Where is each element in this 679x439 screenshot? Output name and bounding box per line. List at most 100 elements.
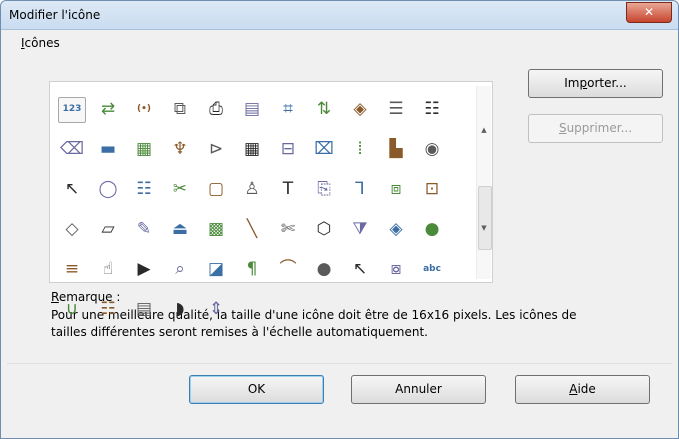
icon-cell[interactable]: ◉ <box>414 129 450 169</box>
close-button[interactable]: ✕ <box>626 2 672 23</box>
icon-cell[interactable]: ↖ <box>342 249 378 289</box>
icon-cell[interactable]: ◪ <box>198 249 234 289</box>
scroll-down-icon[interactable]: ▼ <box>477 224 491 232</box>
record-icon: ◉ <box>424 139 440 159</box>
cancel-button[interactable]: Annuler <box>351 375 486 404</box>
icon-cell[interactable]: ¶ <box>234 249 270 289</box>
calendar-icon: ▦ <box>135 139 153 159</box>
icon-cell[interactable]: ● <box>306 249 342 289</box>
icon-cell[interactable]: ● <box>414 209 450 249</box>
move-arrows-icon: ⇄ <box>100 99 116 119</box>
title-bar[interactable]: Modifier l'icône ✕ <box>1 1 678 30</box>
icon-cell[interactable]: ⇄ <box>90 89 126 129</box>
arc-icon: ⌒ <box>279 259 297 279</box>
icon-cell[interactable]: ⧇ <box>378 249 414 289</box>
icon-cell[interactable]: ⌧ <box>306 129 342 169</box>
icon-cell[interactable]: ⧈ <box>378 169 414 209</box>
columns-icon: ⦙ <box>358 139 362 159</box>
icon-cell[interactable]: ✂ <box>162 169 198 209</box>
icon-cell[interactable]: ◈ <box>342 89 378 129</box>
pointer-icon: ↖ <box>64 179 80 199</box>
icon-cell[interactable]: ⅂ <box>342 169 378 209</box>
form-icon: ☷ <box>136 179 152 199</box>
icon-cell[interactable]: ⦙ <box>342 129 378 169</box>
icon-cell[interactable]: ⊡ <box>414 169 450 209</box>
icon-cell[interactable]: ▙ <box>378 129 414 169</box>
brush-icon: ✎ <box>136 219 152 239</box>
diamond-icon: ◇ <box>65 219 79 239</box>
icon-cell[interactable]: ♙ <box>234 169 270 209</box>
dialog-window: Modifier l'icône ✕ Icônes 123 ⇄ (•) ⧉ ⎙ ▤ ⌗ ⇅ ◈ ☰… <box>0 0 679 439</box>
image-icon: ⌧ <box>314 139 334 159</box>
icon-cell[interactable]: ⧩ <box>342 209 378 249</box>
sphere-icon: ● <box>316 259 332 279</box>
grid-icon: ▦ <box>243 139 261 159</box>
tag-icon: ⌫ <box>59 139 85 159</box>
copy-icon: ⧈ <box>390 179 402 199</box>
help-button[interactable]: Aide <box>515 375 650 404</box>
icon-cell[interactable]: ⌒ <box>270 249 306 289</box>
icon-cell[interactable]: ✎ <box>126 209 162 249</box>
icon-list[interactable]: 123 ⇄ (•) ⧉ ⎙ ▤ ⌗ ⇅ ◈ ☰ ☷ ⌫ ▬ ▦ ♆ ⊳ ▦ ⊟ ⌧ ⦙ ▙ ◉ ↖ ◯ ☷ ✂ ▢ ♙ T ⎘ ⅂ ⧈ ⊡ ◇ ▱ ✎… <box>49 81 493 318</box>
curve-icon: ∪ <box>65 299 79 319</box>
icon-cell[interactable]: ▢ <box>198 169 234 209</box>
icon-cell[interactable]: ♆ <box>162 129 198 169</box>
icon-cell[interactable]: ⏏ <box>162 209 198 249</box>
icon-cell[interactable]: 123 <box>54 89 90 129</box>
icon-cell[interactable]: ☝ <box>90 249 126 289</box>
icon-cell[interactable]: ☷ <box>414 89 450 129</box>
connector-icon: ⅂ <box>355 179 365 199</box>
icon-cell[interactable]: ▶ <box>126 249 162 289</box>
icon-cell[interactable]: ◇ <box>54 209 90 249</box>
icon-cell[interactable]: ≡ <box>54 249 90 289</box>
icon-cell[interactable]: ⬡ <box>306 209 342 249</box>
icon-cell[interactable]: ⊳ <box>198 129 234 169</box>
close-icon: ✕ <box>643 5 655 19</box>
slider-icon: ⊡ <box>424 179 440 199</box>
icon-cell[interactable]: ↖ <box>54 169 90 209</box>
icon-cell[interactable]: abc <box>414 249 450 289</box>
icon-cell[interactable]: ☰ <box>378 89 414 129</box>
icon-cell[interactable]: T <box>270 169 306 209</box>
eye-icon: ◈ <box>353 99 367 119</box>
icon-cell[interactable]: ◈ <box>378 209 414 249</box>
spin-icon: ⇕ <box>208 299 224 319</box>
icon-cell[interactable]: ⧉ <box>162 89 198 129</box>
icon-cell[interactable]: ⎘ <box>306 169 342 209</box>
icon-cell[interactable]: ▤ <box>234 89 270 129</box>
gallery-icon: ⧇ <box>390 259 402 279</box>
icon-cell[interactable]: ☷ <box>126 169 162 209</box>
icon-list-scrollbar[interactable]: ▲ ▼ <box>476 86 492 279</box>
icon-cell[interactable]: ◯ <box>90 169 126 209</box>
icon-cell[interactable]: ⌗ <box>270 89 306 129</box>
ok-button[interactable]: OK <box>189 375 324 404</box>
scissors-icon: ✄ <box>280 219 296 239</box>
icon-cell[interactable]: ╲ <box>234 209 270 249</box>
icon-cell[interactable]: ▦ <box>126 129 162 169</box>
icon-cell[interactable]: ▦ <box>234 129 270 169</box>
icon-cell[interactable]: (•) <box>126 89 162 129</box>
align-center-icon: ≡ <box>64 259 80 279</box>
import-button[interactable]: Importer... <box>528 69 663 98</box>
delete-button[interactable]: Supprimer... <box>528 114 663 143</box>
icon-cell[interactable]: ✄ <box>270 209 306 249</box>
circle-icon: ◯ <box>98 179 118 199</box>
list-icon: ☰ <box>388 99 404 119</box>
icon-cell[interactable]: ⌕ <box>162 249 198 289</box>
icons-group-label: Icônes <box>21 36 60 50</box>
icon-cell[interactable]: ⊟ <box>270 129 306 169</box>
chart-icon: ▙ <box>389 139 403 159</box>
scroll-up-icon[interactable]: ▲ <box>477 126 491 134</box>
icon-cell[interactable]: ⇅ <box>306 89 342 129</box>
icon-cell[interactable]: ▱ <box>90 209 126 249</box>
filter-icon: ⧩ <box>352 219 368 239</box>
icon-cell[interactable]: ⌫ <box>54 129 90 169</box>
icon-cell[interactable]: ▩ <box>198 209 234 249</box>
scroll-thumb[interactable] <box>478 186 492 250</box>
shadow-shape-icon: ◪ <box>207 259 225 279</box>
clip-icon: ✂ <box>172 179 188 199</box>
form2-icon: ☷ <box>100 299 116 319</box>
icon-cell[interactable]: ▬ <box>90 129 126 169</box>
play-list-icon: ▶ <box>137 259 151 279</box>
icon-cell[interactable]: ⎙ <box>198 89 234 129</box>
